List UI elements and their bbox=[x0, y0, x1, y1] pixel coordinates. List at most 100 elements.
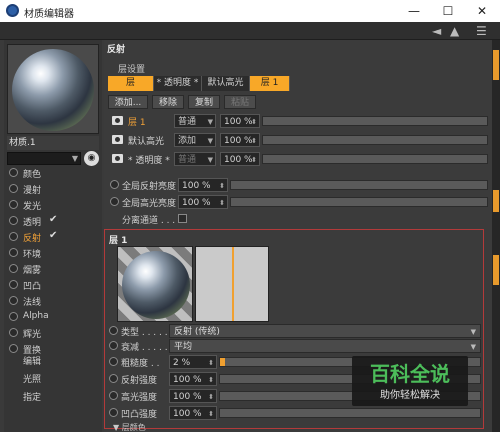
minimize-button[interactable]: — bbox=[396, 0, 432, 22]
animate-radio[interactable] bbox=[109, 391, 118, 400]
title-bar: 材质编辑器 — ☐ ✕ bbox=[0, 0, 500, 22]
close-button[interactable]: ✕ bbox=[464, 0, 500, 22]
channel-radio[interactable] bbox=[9, 200, 18, 209]
add-layer-button[interactable]: 添加... bbox=[108, 95, 148, 109]
global-spec-field[interactable]: 100 % ⬍ bbox=[178, 195, 228, 209]
tab-transparency[interactable]: * 透明度 * bbox=[154, 76, 202, 91]
channel-radio[interactable] bbox=[9, 232, 18, 241]
view-menu-icon[interactable]: ☰ bbox=[476, 24, 487, 38]
reflect-strength-field[interactable]: 100 % ⬍ bbox=[169, 372, 217, 386]
layer-opacity-field[interactable]: 100 % ⬍ bbox=[220, 152, 260, 166]
falloff-gradient-preview bbox=[195, 246, 269, 322]
layer-opacity-field[interactable]: 100 % ⬍ bbox=[220, 114, 260, 128]
material-preview[interactable] bbox=[7, 44, 99, 134]
tab-layer[interactable]: 层 bbox=[108, 76, 154, 91]
copy-layer-button[interactable]: 复制 bbox=[188, 95, 220, 109]
blend-mode-select[interactable]: 普通 ▼ bbox=[174, 152, 216, 166]
global-reflect-slider[interactable] bbox=[230, 180, 488, 190]
layer-color-group[interactable]: ▼ 层颜色 bbox=[113, 422, 146, 432]
channel-label: 发光 bbox=[23, 202, 42, 212]
sidebar-item-assign[interactable]: 指定 bbox=[23, 390, 41, 403]
layer-opacity-field[interactable]: 100 % ⬍ bbox=[220, 133, 260, 147]
channel-radio[interactable] bbox=[9, 248, 18, 257]
spinner-icon: ⬍ bbox=[208, 359, 214, 367]
material-picker-icon[interactable]: ◉ bbox=[84, 151, 99, 166]
channel-radio[interactable] bbox=[9, 168, 18, 177]
channel-item[interactable]: 颜色 bbox=[7, 166, 99, 180]
layer-opacity-slider[interactable] bbox=[262, 116, 488, 126]
animate-radio[interactable] bbox=[109, 341, 118, 350]
channel-label: 烟雾 bbox=[23, 266, 42, 276]
blend-mode-select[interactable]: 普通 ▼ bbox=[174, 114, 216, 128]
bump-strength-label: 凹凸强度 bbox=[121, 410, 158, 420]
channel-item[interactable]: 法线 bbox=[7, 294, 99, 308]
remove-layer-button[interactable]: 移除 bbox=[152, 95, 184, 109]
right-scroll-strip[interactable] bbox=[492, 40, 500, 432]
sidebar-item-edit[interactable]: 编辑 bbox=[23, 354, 41, 367]
channel-label: 透明 bbox=[23, 218, 42, 228]
channel-item[interactable]: 反射 ✔ bbox=[7, 230, 99, 244]
layer-row[interactable]: * 透明度 * 普通 ▼ 100 % ⬍ bbox=[108, 152, 492, 166]
channel-radio[interactable] bbox=[9, 296, 18, 305]
channel-item[interactable]: 透明 ✔ bbox=[7, 214, 99, 228]
animate-radio[interactable] bbox=[109, 374, 118, 383]
material-dropdown[interactable]: ▼ bbox=[7, 152, 81, 165]
channel-item[interactable]: Alpha bbox=[7, 310, 99, 324]
animate-radio[interactable] bbox=[110, 180, 119, 189]
channel-item[interactable]: 发光 bbox=[7, 198, 99, 212]
global-spec-slider[interactable] bbox=[230, 197, 488, 207]
roughness-field[interactable]: 2 % ⬍ bbox=[169, 355, 217, 369]
scroll-marker bbox=[493, 255, 499, 285]
separate-pass-row: 分离通道 . . . . . bbox=[108, 212, 492, 226]
channel-label: 凹凸 bbox=[23, 282, 42, 292]
bump-strength-slider[interactable] bbox=[219, 408, 481, 418]
channel-enabled-checkbox[interactable]: ✔ bbox=[49, 214, 57, 225]
channel-enabled-checkbox[interactable]: ✔ bbox=[49, 230, 57, 241]
attenuation-select[interactable]: 平均 ▼ bbox=[169, 339, 481, 353]
animate-radio[interactable] bbox=[109, 326, 118, 335]
spec-strength-field[interactable]: 100 % ⬍ bbox=[169, 389, 217, 403]
channel-radio[interactable] bbox=[9, 344, 18, 353]
channel-item[interactable]: 烟雾 bbox=[7, 262, 99, 276]
bump-strength-field[interactable]: 100 % ⬍ bbox=[169, 406, 217, 420]
channel-radio[interactable] bbox=[9, 280, 18, 289]
channel-item[interactable]: 辉光 bbox=[7, 326, 99, 340]
layer-preview[interactable] bbox=[117, 246, 193, 322]
blend-mode-select[interactable]: 添加 ▼ bbox=[174, 133, 216, 147]
nav-back-icon[interactable]: ◄ bbox=[432, 24, 441, 38]
sidebar-item-lighting[interactable]: 光照 bbox=[23, 372, 41, 385]
channel-item[interactable]: 置换 bbox=[7, 342, 99, 356]
layer-row[interactable]: 层 1 普通 ▼ 100 % ⬍ bbox=[108, 114, 492, 128]
spinner-icon: ⬍ bbox=[251, 156, 257, 164]
separate-pass-checkbox[interactable] bbox=[178, 214, 187, 223]
global-reflect-field[interactable]: 100 % ⬍ bbox=[178, 178, 228, 192]
layer-opacity-slider[interactable] bbox=[262, 135, 488, 145]
channel-item[interactable]: 凹凸 bbox=[7, 278, 99, 292]
chevron-down-icon: ▼ bbox=[470, 343, 476, 351]
channel-item[interactable]: 环境 bbox=[7, 246, 99, 260]
channel-radio[interactable] bbox=[9, 184, 18, 193]
scroll-marker bbox=[493, 50, 499, 80]
tab-layer-1[interactable]: 层 1 bbox=[250, 76, 290, 91]
channel-radio[interactable] bbox=[9, 216, 18, 225]
layer-row[interactable]: 默认高光 添加 ▼ 100 % ⬍ bbox=[108, 133, 492, 147]
attenuation-label: 衰减 . . . . . . bbox=[121, 343, 174, 353]
channel-radio[interactable] bbox=[9, 312, 18, 321]
eye-icon[interactable] bbox=[112, 135, 123, 144]
eye-icon[interactable] bbox=[112, 116, 123, 125]
channel-item[interactable]: 漫射 bbox=[7, 182, 99, 196]
animate-radio[interactable] bbox=[109, 357, 118, 366]
channel-radio[interactable] bbox=[9, 264, 18, 273]
animate-radio[interactable] bbox=[110, 197, 119, 206]
layer-opacity-slider[interactable] bbox=[262, 154, 488, 164]
paste-layer-button[interactable]: 粘贴 bbox=[224, 95, 256, 109]
nav-up-icon[interactable]: ▲ bbox=[450, 24, 459, 38]
type-select[interactable]: 反射 (传统) ▼ bbox=[169, 324, 481, 338]
tab-default-specular[interactable]: 默认高光 bbox=[202, 76, 250, 91]
material-name-field[interactable]: 材质.1 bbox=[7, 136, 99, 150]
animate-radio[interactable] bbox=[109, 408, 118, 417]
channel-radio[interactable] bbox=[9, 328, 18, 337]
spinner-icon: ⬍ bbox=[219, 199, 225, 207]
maximize-button[interactable]: ☐ bbox=[430, 0, 466, 22]
eye-icon[interactable] bbox=[112, 154, 123, 163]
